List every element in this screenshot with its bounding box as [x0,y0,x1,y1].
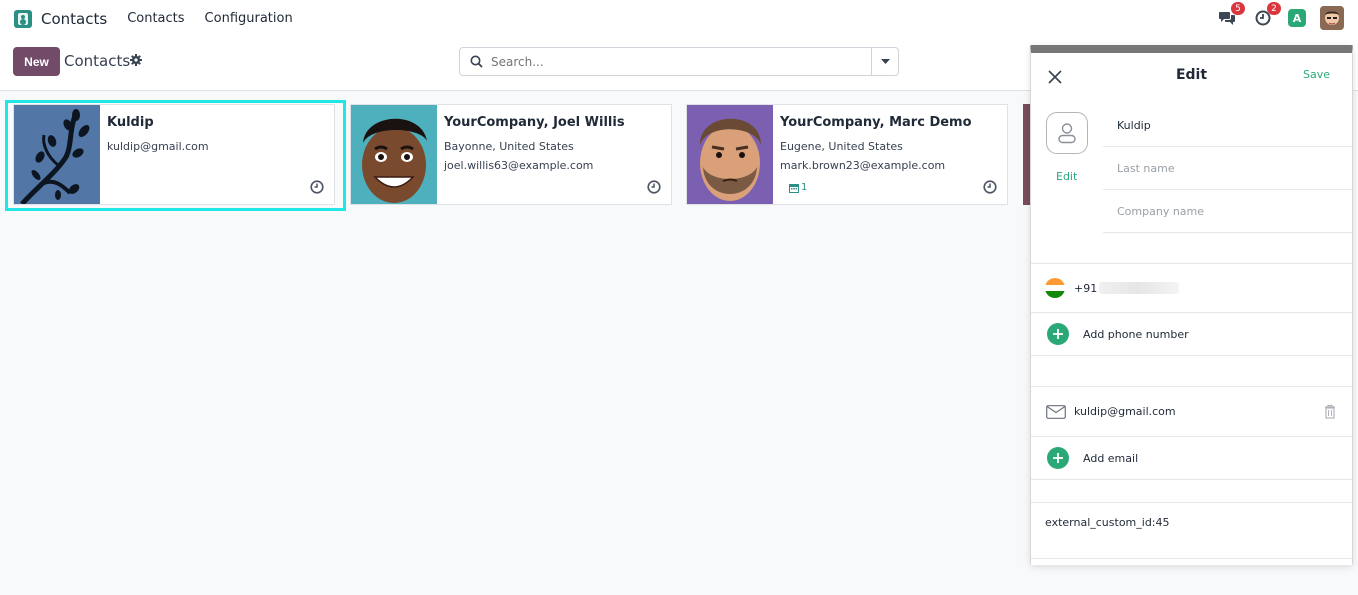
gear-icon[interactable] [130,54,142,66]
contact-image [687,105,773,204]
user-avatar-image [1320,6,1344,30]
contact-name: YourCompany, Joel Willis [444,115,625,130]
activities-button[interactable]: 2 [1252,2,1281,29]
activities-badge: 2 [1267,2,1281,15]
custom-id-value: external_custom_id:45 [1045,516,1170,529]
activity-clock-icon[interactable] [647,180,661,194]
avatar-joel-image [351,105,437,204]
menu-configuration[interactable]: Configuration [205,11,293,26]
save-button[interactable]: Save [1303,68,1330,81]
page-title: Contacts [64,52,131,70]
email-row[interactable]: kuldip@gmail.com [1031,386,1352,437]
india-flag-icon [1045,278,1065,298]
phone-number-redacted [1099,282,1180,294]
messages-button[interactable]: 5 [1216,2,1245,29]
contact-location: Eugene, United States [780,140,903,153]
last-name-field[interactable]: Last name [1103,147,1352,190]
add-email-row[interactable]: Add email [1031,437,1352,480]
top-navbar: Contacts Contacts Configuration 5 2 A [0,0,1358,37]
plus-icon [1047,323,1069,345]
phone-prefix: +91 [1074,281,1098,295]
phone-row[interactable]: +91 [1031,263,1352,313]
contact-email: joel.willis63@example.com [444,159,594,172]
search-options-toggle[interactable] [871,48,898,75]
add-phone-row[interactable]: Add phone number [1031,313,1352,356]
calendar-icon [789,183,799,193]
contact-location: Bayonne, United States [444,140,574,153]
avatar-placeholder[interactable] [1046,112,1088,154]
person-icon [1058,123,1076,144]
add-phone-label: Add phone number [1083,327,1189,341]
calendar-activity-count: 1 [801,182,808,193]
contact-email: mark.brown23@example.com [780,159,946,172]
contact-name: YourCompany, Marc Demo [780,115,972,130]
contact-image [351,105,437,204]
envelope-icon [1046,404,1066,419]
first-name-field[interactable]: Kuldip [1103,104,1352,147]
contacts-app-icon[interactable] [14,9,32,28]
edit-contact-panel: Edit Save Edit Kuldip Last name Company … [1030,45,1353,565]
caret-down-icon [880,58,890,64]
plus-icon [1047,447,1069,469]
messages-badge: 5 [1231,2,1245,15]
email-value: kuldip@gmail.com [1074,405,1176,418]
activity-clock-icon[interactable] [983,180,997,194]
company-name-field[interactable]: Company name [1103,190,1352,233]
calendar-activity-indicator[interactable]: 1 [789,182,807,193]
trash-icon[interactable] [1324,404,1336,419]
edit-panel-body: Edit Save Edit Kuldip Last name Company … [1031,53,1352,565]
contact-card-joel-willis[interactable]: YourCompany, Joel Willis Bayonne, United… [350,104,672,205]
menu-contacts[interactable]: Contacts [127,11,184,26]
new-button[interactable]: New [13,47,60,76]
card-selection-highlight [5,100,346,211]
search-icon [470,55,483,68]
search-input[interactable] [491,54,861,69]
add-email-label: Add email [1083,451,1139,465]
custom-id-row: external_custom_id:45 [1031,502,1352,559]
company-switcher[interactable]: A [1288,9,1306,27]
contact-card-marc-demo[interactable]: YourCompany, Marc Demo Eugene, United St… [686,104,1008,205]
search-bar [459,47,899,76]
user-avatar[interactable] [1320,6,1344,30]
app-name[interactable]: Contacts [41,10,107,28]
avatar-edit-link[interactable]: Edit [1056,170,1077,183]
avatar-marc-image [687,105,773,204]
